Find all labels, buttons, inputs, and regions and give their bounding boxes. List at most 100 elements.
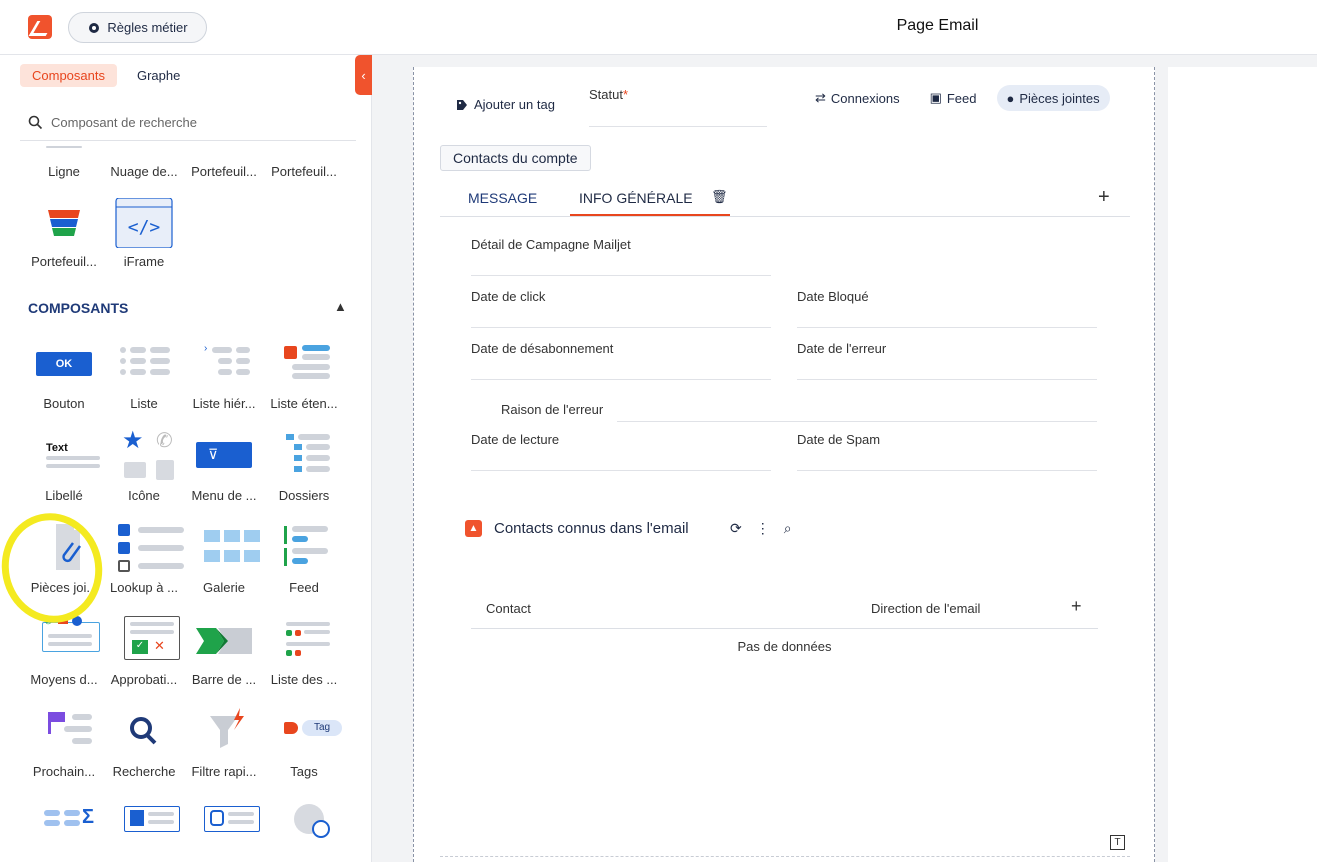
component-liste-des[interactable]: Liste des ...: [265, 616, 343, 687]
component-filtre-rapide[interactable]: Filtre rapi...: [185, 708, 263, 779]
next-step-flag-icon: [34, 708, 94, 758]
search-input[interactable]: [51, 115, 331, 130]
add-tab-plus-icon[interactable]: +: [1098, 186, 1110, 209]
tab-graphe[interactable]: Graphe: [125, 64, 192, 87]
component-label: Liste éten...: [270, 396, 338, 411]
component-label: Recherche: [112, 764, 176, 779]
component-galerie[interactable]: Galerie: [185, 524, 263, 595]
field-label-click: Date de click: [471, 289, 546, 304]
collapse-subtable-icon[interactable]: ▲: [465, 520, 482, 537]
refresh-icon[interactable]: ⟳: [730, 520, 742, 537]
field-label-campagne: Détail de Campagne Mailjet: [471, 237, 631, 252]
column-header-direction[interactable]: Direction de l'email: [871, 601, 980, 616]
business-rules-label: Règles métier: [107, 20, 188, 35]
trash-icon[interactable]: 🗑: [711, 189, 728, 205]
component-profil-entreprise[interactable]: [105, 800, 183, 850]
component-label: Liste: [130, 396, 158, 411]
text-format-icon[interactable]: T: [1110, 835, 1125, 850]
tab-composants[interactable]: Composants: [20, 64, 117, 87]
portfolio-icon: [274, 143, 334, 151]
field-label-date-erreur: Date de l'erreur: [797, 341, 887, 356]
component-liste[interactable]: Liste: [105, 340, 183, 411]
component-ligne[interactable]: Ligne: [25, 143, 103, 179]
tab-info-generale[interactable]: INFO GÉNÉRALE: [579, 190, 693, 206]
component-bouton[interactable]: OK Bouton: [25, 340, 103, 411]
field-label-lecture: Date de lecture: [471, 432, 560, 447]
component-approbation[interactable]: ✓ ✕ Approbati...: [105, 616, 183, 687]
contacts-du-compte-chip[interactable]: Contacts du compte: [440, 145, 591, 171]
component-tags[interactable]: Tag Tags: [265, 708, 343, 779]
menu-filter-icon: ⊽: [194, 432, 254, 482]
field-bloque[interactable]: [797, 327, 1097, 328]
field-desabonnement[interactable]: [471, 379, 771, 380]
tab-message[interactable]: MESSAGE: [468, 190, 537, 206]
component-label: Prochain...: [32, 764, 96, 779]
app-logo[interactable]: [28, 15, 52, 39]
collapse-panel-button[interactable]: ‹: [355, 55, 372, 95]
business-rules-button[interactable]: Règles métier: [68, 12, 207, 43]
component-nuage[interactable]: Nuage de...: [105, 143, 183, 179]
connections-icon: ⇄: [815, 90, 826, 105]
component-resume[interactable]: Σ: [25, 800, 103, 850]
component-icone[interactable]: ★ ✆ Icône: [105, 427, 183, 503]
quick-filter-icon: [194, 708, 254, 758]
field-raison[interactable]: [617, 421, 1097, 422]
statut-field-label: Statut*: [589, 87, 629, 102]
tab-pieces-jointes[interactable]: ● Pièces jointes: [996, 85, 1110, 111]
world-clock-icon: [274, 800, 334, 850]
component-heure[interactable]: [265, 800, 343, 850]
component-portefeuille-funnel[interactable]: Portefeuil...: [25, 198, 103, 269]
approval-icon: ✓ ✕: [114, 616, 180, 666]
chevron-up-icon[interactable]: ▲: [334, 299, 347, 314]
component-libelle[interactable]: Text Libellé: [25, 432, 103, 503]
component-label: Portefeuil...: [271, 164, 337, 179]
component-iframe[interactable]: </> iFrame: [105, 197, 183, 269]
component-portefeuille-2[interactable]: Portefeuil...: [265, 143, 343, 179]
tab-feed[interactable]: ▣ Feed: [920, 85, 987, 111]
component-label: Filtre rapi...: [191, 764, 257, 779]
svg-text:</>: </>: [128, 217, 161, 238]
tab-connexions[interactable]: ⇄ Connexions: [805, 85, 910, 111]
component-recherche[interactable]: Recherche: [105, 708, 183, 779]
top-bar: Règles métier Page Email: [0, 0, 1317, 55]
add-tag-button[interactable]: Ajouter un tag: [456, 97, 555, 112]
component-label: Menu de ...: [191, 488, 257, 503]
label-icon: Text: [34, 432, 100, 482]
chat-icon: ▣: [929, 90, 942, 105]
component-pieces-jointes[interactable]: Pièces joi...: [25, 524, 103, 595]
component-label: Lookup à ...: [110, 580, 178, 595]
lookup-checkbox-icon: [114, 524, 184, 574]
component-prochain[interactable]: Prochain...: [25, 708, 103, 779]
search-icon[interactable]: ⌕: [784, 520, 792, 537]
line-icon: [34, 143, 94, 151]
statut-field[interactable]: [589, 126, 767, 127]
field-spam[interactable]: [797, 470, 1097, 471]
component-label: Approbati...: [110, 672, 178, 687]
component-menu[interactable]: ⊽ Menu de ...: [185, 432, 263, 503]
add-column-plus-icon[interactable]: +: [1071, 596, 1082, 617]
component-lookup[interactable]: Lookup à ...: [105, 524, 184, 595]
field-lecture[interactable]: [471, 470, 771, 471]
field-date-erreur[interactable]: [797, 379, 1097, 380]
component-liste-etendue[interactable]: Liste éten...: [265, 340, 343, 411]
chevron-left-icon: ‹: [361, 67, 366, 83]
more-options-icon[interactable]: ⋮: [756, 520, 770, 537]
component-label: Barre de ...: [191, 672, 257, 687]
section-title-composants: COMPOSANTS: [28, 300, 129, 316]
component-profil-personne[interactable]: [185, 800, 263, 850]
component-feed[interactable]: Feed: [265, 524, 343, 595]
component-dossiers[interactable]: Dossiers: [265, 432, 343, 503]
component-barre[interactable]: Barre de ...: [185, 616, 263, 687]
component-moyens[interactable]: ✆ Moyens d...: [25, 616, 103, 687]
tag-icon: Tag: [274, 708, 342, 758]
portfolio-icon: [194, 143, 254, 151]
component-portefeuille-1[interactable]: Portefeuil...: [185, 143, 263, 179]
column-header-contact[interactable]: Contact: [486, 601, 531, 616]
component-liste-hierarchique[interactable]: › Liste hiér...: [185, 340, 263, 411]
field-click[interactable]: [471, 327, 771, 328]
attachment-icon: [34, 524, 94, 574]
related-tabs: ⇄ Connexions ▣ Feed ● Pièces jointes: [805, 85, 1110, 111]
component-label: Nuage de...: [110, 164, 178, 179]
component-label: Icône: [128, 488, 160, 503]
field-campagne[interactable]: [471, 275, 771, 276]
